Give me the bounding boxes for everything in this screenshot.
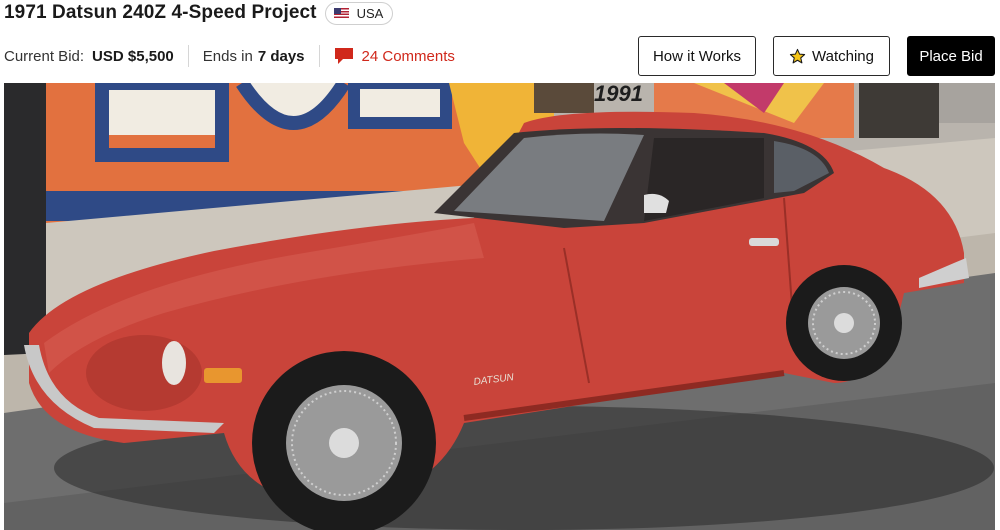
ends-in-label: Ends in	[202, 47, 253, 65]
country-badge: USA	[324, 1, 394, 25]
auction-status-bar: Current Bid: USD $5,500 Ends in 7 days 2…	[4, 45, 455, 67]
mural-text: 1991	[594, 83, 643, 106]
us-flag-icon	[333, 8, 349, 18]
listing-photo[interactable]: 1991 DATSUN	[4, 83, 995, 530]
listing-title: 1971 Datsun 240Z 4-Speed Project	[4, 2, 317, 23]
star-icon	[789, 48, 806, 63]
watching-label: Watching	[812, 47, 874, 65]
listing-header: 1971 Datsun 240Z 4-Speed Project USA	[4, 0, 394, 26]
comment-icon[interactable]	[334, 47, 354, 65]
country-label: USA	[356, 5, 384, 21]
car-photo-image: 1991 DATSUN	[4, 83, 995, 530]
how-it-works-button[interactable]: How it Works	[638, 36, 756, 76]
watching-button[interactable]: Watching	[773, 36, 890, 76]
divider	[318, 45, 320, 67]
current-bid-label: Current Bid:	[4, 47, 85, 65]
ends-in-value: 7 days	[257, 47, 305, 65]
place-bid-button[interactable]: Place Bid	[907, 36, 995, 76]
place-bid-label: Place Bid	[919, 47, 983, 65]
how-it-works-label: How it Works	[652, 47, 742, 65]
divider	[187, 45, 189, 67]
comments-link[interactable]: 24 Comments	[362, 48, 455, 65]
current-bid-value: USD $5,500	[92, 47, 174, 65]
